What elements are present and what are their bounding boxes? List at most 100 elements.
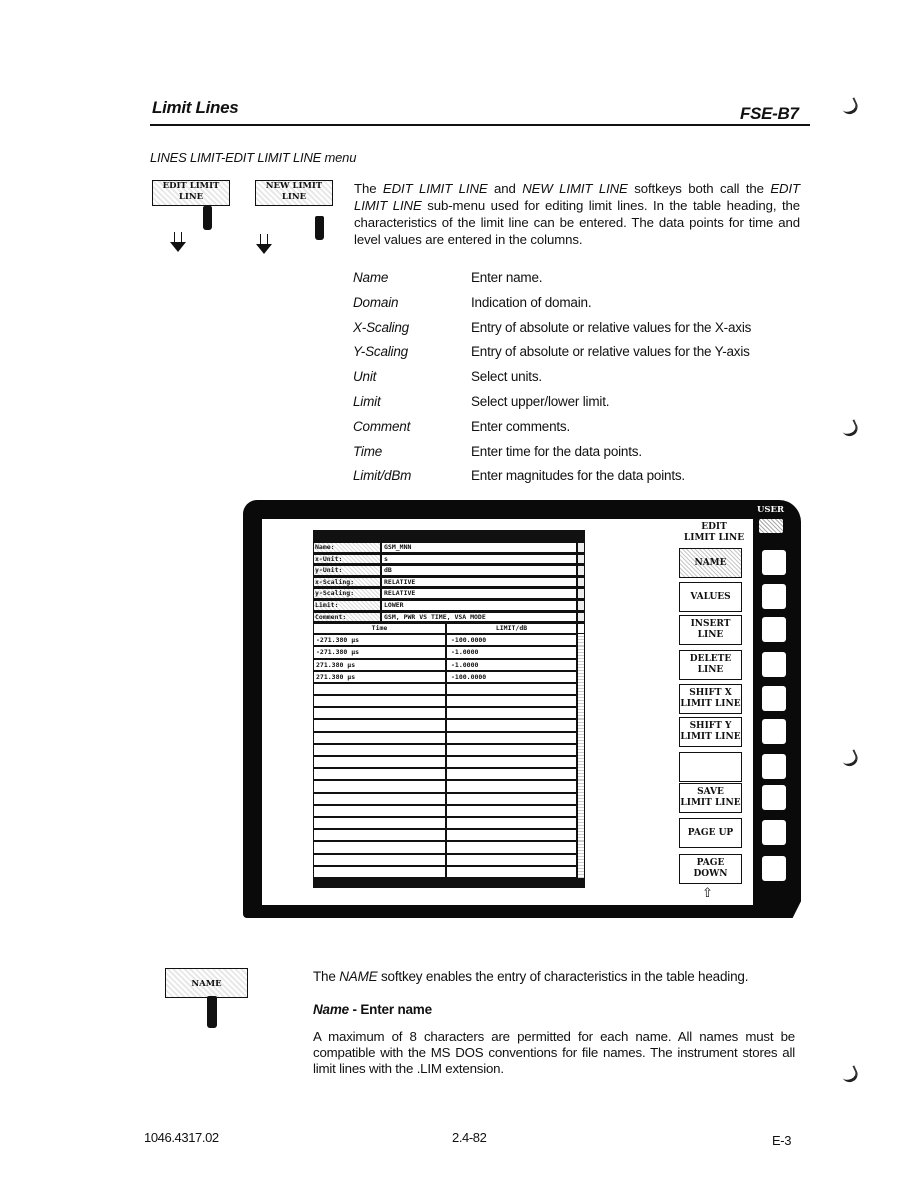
hardkey-button[interactable] — [762, 856, 786, 881]
limit-cell[interactable]: -100.0000 — [446, 634, 577, 647]
heading-select-button[interactable] — [577, 576, 585, 588]
time-cell[interactable] — [313, 841, 446, 854]
scrollbar-track[interactable] — [577, 853, 585, 866]
time-cell[interactable] — [313, 853, 446, 866]
limit-cell[interactable] — [446, 707, 577, 720]
scrollbar-track[interactable] — [577, 743, 585, 757]
time-cell[interactable] — [313, 780, 446, 793]
scrollbar-track[interactable] — [577, 646, 585, 659]
heading-value-field[interactable]: s — [381, 553, 577, 565]
softkey-shift-y-limit-line[interactable]: SHIFT Y LIMIT LINE — [679, 717, 742, 747]
heading-label: y-Scaling: — [313, 588, 381, 599]
hardkey-button[interactable] — [762, 719, 786, 744]
scrollbar-track[interactable] — [577, 707, 585, 720]
scrollbar-top[interactable] — [577, 623, 585, 635]
limit-cell[interactable] — [446, 829, 577, 842]
time-cell[interactable] — [313, 695, 446, 708]
limit-cell[interactable] — [446, 768, 577, 781]
scrollbar-track[interactable] — [577, 682, 585, 696]
limit-cell[interactable] — [446, 682, 577, 696]
softkey-blank[interactable] — [679, 752, 742, 782]
time-cell[interactable] — [313, 756, 446, 769]
scrollbar-track[interactable] — [577, 658, 585, 671]
scrollbar-track[interactable] — [577, 804, 585, 817]
limit-cell[interactable] — [446, 780, 577, 793]
time-cell[interactable] — [313, 829, 446, 842]
softkey-values[interactable]: VALUES — [679, 582, 742, 612]
time-cell[interactable] — [313, 682, 446, 696]
limit-cell[interactable]: -1.0000 — [446, 658, 577, 671]
softkey-save-limit-line[interactable]: SAVE LIMIT LINE — [679, 783, 742, 813]
heading-value-field[interactable]: GSM_MNN — [381, 542, 577, 553]
menu-path: LINES LIMIT-EDIT LIMIT LINE menu — [150, 150, 357, 165]
limit-cell[interactable] — [446, 719, 577, 732]
hardkey-button[interactable] — [762, 550, 786, 575]
time-cell[interactable]: -271.380 µs — [313, 646, 446, 659]
limit-cell[interactable] — [446, 841, 577, 854]
scrollbar-track[interactable] — [577, 719, 585, 732]
scrollbar-track[interactable] — [577, 841, 585, 854]
scrollbar-track[interactable] — [577, 768, 585, 781]
hardkey-button[interactable] — [762, 584, 786, 609]
time-cell[interactable]: -271.380 µs — [313, 634, 446, 647]
scrollbar-track[interactable] — [577, 780, 585, 793]
time-cell[interactable] — [313, 865, 446, 878]
scrollbar-track[interactable] — [577, 695, 585, 708]
time-cell[interactable] — [313, 743, 446, 757]
scrollbar-track[interactable] — [577, 634, 585, 647]
heading-select-button[interactable] — [577, 553, 585, 565]
heading-value-field[interactable]: RELATIVE — [381, 588, 577, 599]
time-cell[interactable] — [313, 804, 446, 817]
limit-cell[interactable] — [446, 731, 577, 744]
softkey-page-down[interactable]: PAGE DOWN — [679, 854, 742, 884]
time-cell[interactable] — [313, 719, 446, 732]
scrollbar-track[interactable] — [577, 756, 585, 769]
scrollbar-track[interactable] — [577, 731, 585, 744]
scrollbar-track[interactable] — [577, 816, 585, 830]
scrollbar-track[interactable] — [577, 829, 585, 842]
hardkey-button[interactable] — [762, 652, 786, 677]
limit-cell[interactable] — [446, 743, 577, 757]
hardkey-button[interactable] — [762, 686, 786, 711]
heading-value-field[interactable]: RELATIVE — [381, 576, 577, 588]
softkey-shift-x-limit-line[interactable]: SHIFT X LIMIT LINE — [679, 684, 742, 714]
softkey-name[interactable]: NAME — [679, 548, 742, 578]
hardkey-button[interactable] — [762, 754, 786, 779]
time-cell[interactable] — [313, 816, 446, 830]
time-cell[interactable] — [313, 731, 446, 744]
time-cell[interactable]: 271.380 µs — [313, 658, 446, 671]
hardkey-button[interactable] — [762, 785, 786, 810]
time-cell[interactable] — [313, 792, 446, 805]
limit-cell[interactable] — [446, 853, 577, 866]
limit-cell[interactable] — [446, 804, 577, 817]
softkey-page-up[interactable]: PAGE UP — [679, 818, 742, 848]
time-cell[interactable]: 271.380 µs — [313, 670, 446, 683]
softkey-delete-line[interactable]: DELETE LINE — [679, 650, 742, 680]
scrollbar-track[interactable] — [577, 670, 585, 683]
limit-cell[interactable] — [446, 792, 577, 805]
limit-cell[interactable] — [446, 816, 577, 830]
heading-value-field[interactable]: dB — [381, 565, 577, 576]
limit-cell[interactable]: -1.0000 — [446, 646, 577, 659]
heading-value-field[interactable]: LOWER — [381, 599, 577, 611]
scrollbar-track[interactable] — [577, 792, 585, 805]
time-cell[interactable] — [313, 768, 446, 781]
hardkey-button[interactable] — [762, 820, 786, 845]
softkey-insert-line[interactable]: INSERT LINE — [679, 615, 742, 645]
hardkey-button[interactable] — [762, 617, 786, 642]
time-cell[interactable] — [313, 707, 446, 720]
limit-cell[interactable] — [446, 865, 577, 878]
limit-cell[interactable] — [446, 695, 577, 708]
heading-select-button[interactable] — [577, 588, 585, 599]
limit-cell[interactable] — [446, 756, 577, 769]
heading-select-button[interactable] — [577, 542, 585, 553]
user-hardkey[interactable] — [759, 519, 783, 533]
definition-term: Domain — [353, 294, 399, 310]
heading-select-button[interactable] — [577, 565, 585, 576]
definition-term: Time — [353, 443, 383, 459]
heading-select-button[interactable] — [577, 611, 585, 623]
heading-value-field[interactable]: GSM, PWR VS TIME, VSA MODE — [381, 611, 577, 623]
heading-select-button[interactable] — [577, 599, 585, 611]
scrollbar-track[interactable] — [577, 865, 585, 878]
limit-cell[interactable]: -100.0000 — [446, 670, 577, 683]
